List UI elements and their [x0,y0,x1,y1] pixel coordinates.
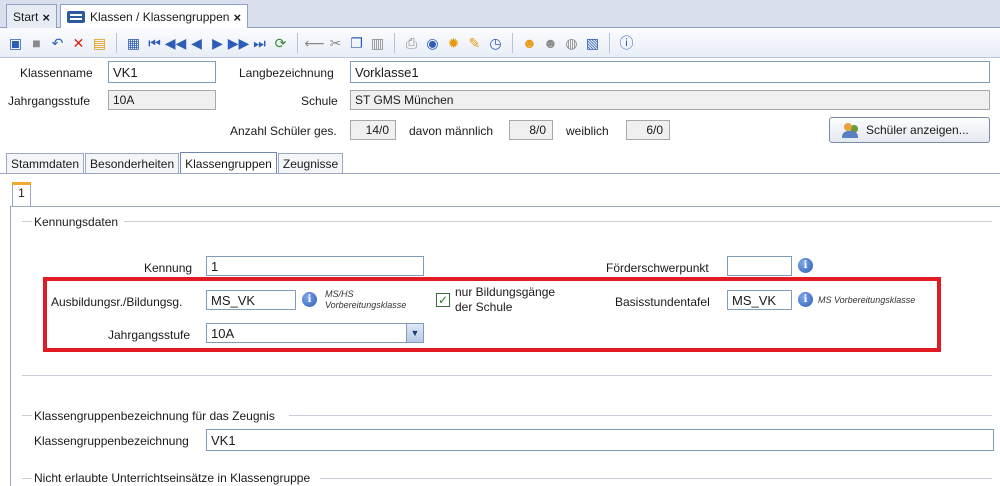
zeugnis-field[interactable]: VK1 [206,429,994,451]
group-line [320,478,992,479]
last-icon[interactable]: ⏭ [250,33,269,52]
langbezeichnung-label: Langbezeichnung [239,66,334,80]
group-divider [22,375,992,376]
tab-divider [0,173,1000,174]
tab-klassen-label: Klassen / Klassengruppen [90,10,230,24]
main-panel: Klassenname VK1 Langbezeichnung Vorklass… [0,58,1000,486]
preview-icon[interactable]: ◉ [423,33,442,52]
group-line [22,221,32,222]
help-icon[interactable]: ⓘ [617,33,636,52]
users-icon [842,122,860,138]
jahrgangsstufe-field: 10A [108,90,216,110]
toolbar-separator [609,32,610,53]
klassenname-label: Klassenname [20,66,93,80]
tab-stammdaten[interactable]: Stammdaten [6,153,85,174]
zeugnis-label: Klassengruppenbezeichnung [34,434,189,448]
previous-icon[interactable]: ◀ [187,33,206,52]
toolbar: ▣ ■ ↶ ✕ ▤ ▦ ⏮ ◀◀ ◀ ▶ ▶▶ ⏭ ⟳ ⟵ ✂ ❐ ▥ ⎙ ◉ … [0,28,1000,58]
kennung-label: Kennung [144,261,193,275]
foerderschwerpunkt-label: Förderschwerpunkt [606,261,709,275]
langbezeichnung-field[interactable]: Vorklasse1 [350,61,990,83]
tab-besonderheiten-label: Besonderheiten [90,157,175,171]
tab-zeugnisse[interactable]: Zeugnisse [277,153,344,174]
zeugnis-title: Klassengruppenbezeichnung für das Zeugni… [34,409,275,423]
weiblich-label: weiblich [566,124,609,138]
anzahl-label: Anzahl Schüler ges. [230,124,337,138]
schule-label: Schule [301,94,338,108]
tab-klassen[interactable]: Klassen / Klassengruppen × [60,4,249,29]
foerderschwerpunkt-field[interactable] [727,256,792,276]
previous-fast-icon[interactable]: ◀◀ [165,33,187,52]
tab-start-label: Start [13,10,39,24]
next-icon[interactable]: ▶ [208,33,227,52]
delete-icon[interactable]: ✕ [69,33,88,52]
tab-klassengruppen-label: Klassengruppen [185,156,272,171]
copy-icon[interactable]: ❐ [347,33,366,52]
users-icon[interactable]: ☻ [520,33,539,52]
toolbar-separator [394,32,395,53]
tab-besonderheiten[interactable]: Besonderheiten [85,153,180,174]
clean-icon[interactable]: ✎ [465,33,484,52]
user-icon[interactable]: ☻ [541,33,560,52]
tab-klassengruppen[interactable]: Klassengruppen [180,152,277,174]
toolbar-separator [512,32,513,53]
report-icon[interactable]: ▤ [90,33,109,52]
tab-start[interactable]: Start × [6,4,57,29]
schueler-anzeigen-button[interactable]: Schüler anzeigen... [829,117,990,143]
back-icon[interactable]: ⟵ [304,33,324,52]
close-icon[interactable]: × [42,10,50,25]
next-fast-icon[interactable]: ▶▶ [228,33,250,52]
info-icon[interactable]: i [798,258,813,273]
schueler-anzeigen-label: Schüler anzeigen... [866,123,969,137]
kennung-field[interactable]: 1 [206,256,424,276]
group-line [22,415,32,416]
copy-record-icon[interactable]: ▦ [124,33,143,52]
maennlich-value: 8/0 [509,120,553,140]
maennlich-label: davon männlich [409,124,494,138]
hint-icon[interactable]: ✹ [444,33,463,52]
group-line [22,478,32,479]
jahrgangsstufe-label: Jahrgangsstufe [8,94,91,108]
klassenname-field[interactable]: VK1 [108,61,216,83]
clock-icon[interactable]: ◷ [486,33,505,52]
cut-icon[interactable]: ✂ [326,33,345,52]
schule-field: ST GMS München [350,90,990,110]
highlight-box [43,277,941,352]
group-line [289,415,992,416]
save-icon[interactable]: ■ [27,33,46,52]
tab-stammdaten-label: Stammdaten [11,157,80,171]
toolbar-separator [116,32,117,53]
close-icon[interactable]: × [233,10,241,25]
first-icon[interactable]: ⏮ [145,33,164,52]
paste-icon[interactable]: ▥ [368,33,387,52]
main-tab-bar: Stammdaten Besonderheiten Klassengruppen… [6,152,344,174]
kennungsdaten-title: Kennungsdaten [34,215,119,229]
refresh-icon[interactable]: ⟳ [271,33,290,52]
group-line [124,221,992,222]
class-list-icon [67,11,85,23]
document-tab-bar: Start × Klassen / Klassengruppen × [0,0,1000,29]
edit-icon[interactable]: ▧ [583,33,602,52]
tab-zeugnisse-label: Zeugnisse [282,157,339,171]
tab-klassengruppe-1-label: 1 [18,186,25,200]
tab-klassengruppe-1[interactable]: 1 [12,182,31,206]
anzahl-value: 14/0 [350,120,396,140]
nicht-erlaubt-title: Nicht erlaubte Unterrichtseinsätze in Kl… [34,471,311,485]
print-icon[interactable]: ⎙ [402,33,421,52]
toolbar-separator [297,32,298,53]
undo-icon[interactable]: ↶ [48,33,67,52]
coin-icon[interactable]: ◍ [562,33,581,52]
weiblich-value: 6/0 [626,120,670,140]
new-icon[interactable]: ▣ [6,33,25,52]
